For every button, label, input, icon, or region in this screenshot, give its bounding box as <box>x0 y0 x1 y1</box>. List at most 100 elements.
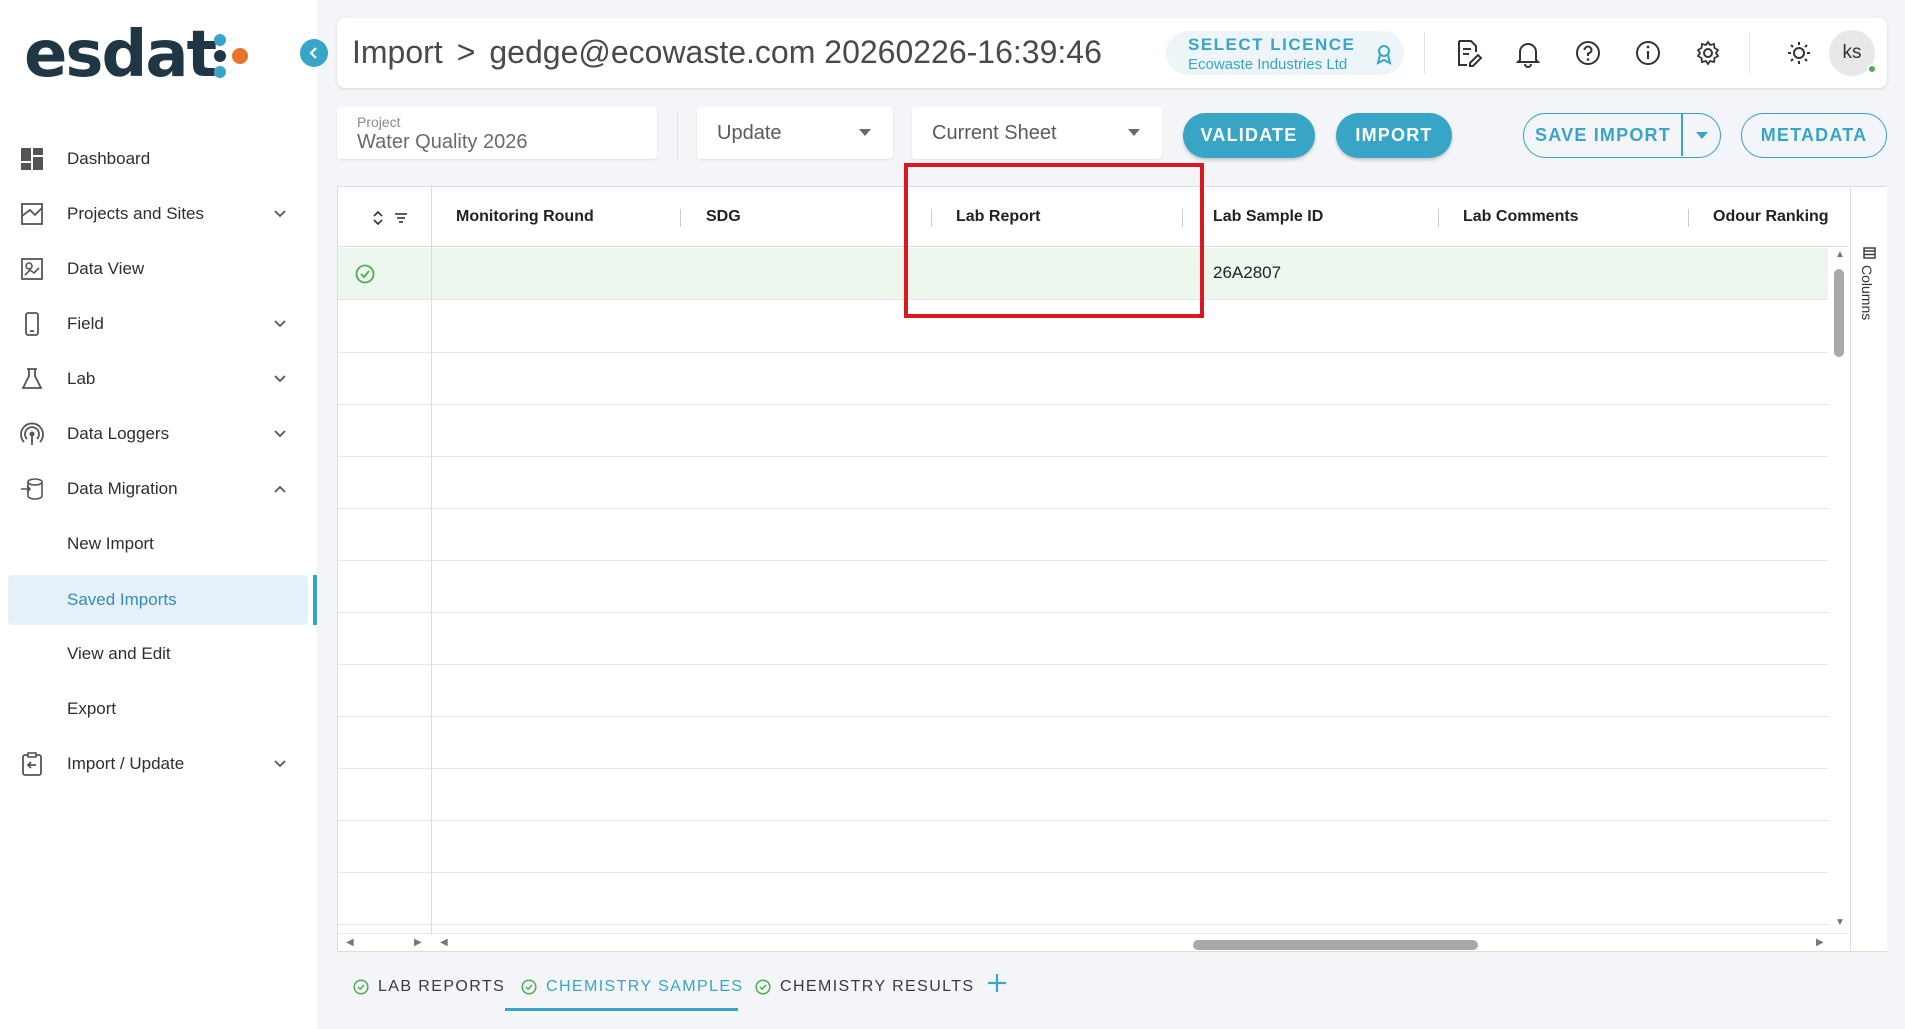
scroll-right-arrow[interactable]: ▶ <box>1816 937 1824 948</box>
check-circle-icon <box>755 979 771 995</box>
mode-select[interactable]: Update <box>697 107 893 159</box>
table-row[interactable] <box>338 353 1828 405</box>
save-import-dropdown-button[interactable] <box>1683 114 1720 156</box>
sidebar-item-dashboard[interactable]: Dashboard <box>0 134 317 184</box>
gear-icon[interactable] <box>1693 38 1723 68</box>
table-row[interactable] <box>338 405 1828 457</box>
caret-down-icon <box>859 129 871 136</box>
table-row[interactable] <box>338 769 1828 821</box>
column-header-monitoring-round[interactable]: Monitoring Round <box>456 187 594 247</box>
sidebar-item-data-view[interactable]: Data View <box>0 244 317 294</box>
horizontal-scrollbar[interactable]: ◀ ▶ ◀ ▶ <box>338 933 1848 953</box>
chevron-down-icon <box>274 760 286 768</box>
table-row[interactable] <box>338 665 1828 717</box>
tab-chemistry-samples[interactable]: CHEMISTRY SAMPLES <box>521 962 743 1012</box>
chevron-left-icon <box>309 47 317 59</box>
add-sheet-icon[interactable] <box>982 968 1012 998</box>
info-icon[interactable] <box>1633 38 1663 68</box>
chevron-down-icon <box>274 320 286 328</box>
dashboard-icon <box>21 148 43 170</box>
mobile-device-icon <box>25 312 39 336</box>
tab-lab-reports[interactable]: LAB REPORTS <box>353 962 505 1012</box>
pinned-scroll-right-arrow[interactable]: ▶ <box>414 937 422 948</box>
sidebar-item-lab[interactable]: Lab <box>0 354 317 404</box>
scroll-down-arrow[interactable]: ▼ <box>1835 917 1845 928</box>
table-row[interactable] <box>338 821 1828 873</box>
filter-icon[interactable] <box>394 212 408 224</box>
sidebar-item-field[interactable]: Field <box>0 299 317 349</box>
sidebar-item-saved-imports[interactable]: Saved Imports <box>8 575 308 625</box>
help-icon[interactable] <box>1573 38 1603 68</box>
licence-name: Ecowaste Industries Ltd <box>1188 56 1348 73</box>
edit-document-icon[interactable] <box>1453 38 1483 68</box>
table-row[interactable] <box>338 509 1828 561</box>
horizontal-scroll-thumb[interactable] <box>1193 940 1478 950</box>
validate-button[interactable]: VALIDATE <box>1183 113 1315 158</box>
project-label: Project <box>357 114 401 130</box>
map-icon <box>21 203 43 225</box>
sidebar-item-data-loggers[interactable]: Data Loggers <box>0 409 317 459</box>
column-header-lab-sample-id[interactable]: Lab Sample ID <box>1213 187 1323 247</box>
metadata-button[interactable]: METADATA <box>1741 113 1887 158</box>
column-resize-handle[interactable] <box>1438 209 1439 227</box>
esdat-logo: esdat <box>24 18 217 92</box>
chevron-down-icon <box>274 375 286 383</box>
page-title: Import > gedge@ecowaste.com 20260226-16:39… <box>352 32 1102 72</box>
column-resize-handle[interactable] <box>1688 209 1689 227</box>
cell-lab-sample-id[interactable]: 26A2807 <box>1213 263 1281 283</box>
sort-icon[interactable] <box>372 211 384 225</box>
header-divider <box>1749 32 1750 74</box>
bell-icon[interactable] <box>1513 38 1543 68</box>
sidebar-item-data-migration[interactable]: Data Migration <box>0 464 317 514</box>
sidebar-item-import-update[interactable]: Import / Update <box>0 739 317 789</box>
collapse-sidebar-button[interactable] <box>300 39 328 67</box>
table-row[interactable] <box>338 561 1828 613</box>
save-import-split-button: SAVE IMPORT <box>1523 113 1721 158</box>
check-circle-icon <box>521 979 537 995</box>
tab-label: CHEMISTRY RESULTS <box>780 978 975 995</box>
check-circle-icon <box>355 264 375 284</box>
chevron-down-icon <box>274 210 286 218</box>
brightness-icon[interactable] <box>1784 38 1814 68</box>
columns-icon <box>1863 247 1876 259</box>
antenna-icon <box>20 422 44 445</box>
clipboard-import-icon <box>22 752 42 776</box>
licence-title: SELECT LICENCE <box>1188 35 1356 54</box>
table-row[interactable] <box>338 717 1828 769</box>
import-name: gedge@ecowaste.com 20260226-16:39:46 <box>489 34 1102 70</box>
sidebar-item-export[interactable]: Export <box>0 684 317 734</box>
sidebar-item-label: View and Edit <box>67 644 171 663</box>
project-field[interactable]: Project Water Quality 2026 <box>337 107 657 159</box>
scroll-left-arrow[interactable]: ◀ <box>440 937 448 948</box>
column-resize-handle[interactable] <box>680 209 681 227</box>
title-import: Import <box>352 34 443 70</box>
sidebar-item-label: New Import <box>67 534 154 553</box>
tab-label: LAB REPORTS <box>378 978 506 995</box>
table-row[interactable] <box>338 457 1828 509</box>
sidebar-item-view-and-edit[interactable]: View and Edit <box>0 629 317 679</box>
columns-panel-tab[interactable]: Columns <box>1855 243 1885 343</box>
tab-label: CHEMISTRY SAMPLES <box>546 978 744 995</box>
sidebar-item-label: Saved Imports <box>67 590 177 609</box>
column-header-odour-ranking[interactable]: Odour Ranking <box>1713 187 1829 247</box>
column-header-sdg[interactable]: SDG <box>706 187 741 247</box>
scroll-up-arrow[interactable]: ▲ <box>1835 249 1845 260</box>
select-licence-button[interactable]: SELECT LICENCE Ecowaste Industries Ltd <box>1166 31 1404 75</box>
sheet-select[interactable]: Current Sheet <box>912 107 1162 159</box>
vertical-scroll-thumb[interactable] <box>1834 269 1844 357</box>
save-import-button[interactable]: SAVE IMPORT <box>1524 114 1682 156</box>
licence-badge-icon <box>1376 45 1392 65</box>
sidebar-item-label: Data Loggers <box>67 424 170 443</box>
column-header-lab-comments[interactable]: Lab Comments <box>1463 187 1579 247</box>
sidebar-item-label: Field <box>67 314 104 333</box>
top-header: Import > gedge@ecowaste.com 20260226-16:39… <box>337 18 1887 88</box>
sidebar-item-projects-and-sites[interactable]: Projects and Sites <box>0 189 317 239</box>
table-row[interactable] <box>338 613 1828 665</box>
tab-chemistry-results[interactable]: CHEMISTRY RESULTS <box>755 962 975 1012</box>
table-row[interactable] <box>338 873 1828 925</box>
sidebar-item-new-import[interactable]: New Import <box>0 519 317 569</box>
vertical-scrollbar[interactable]: ▲ ▼ <box>1829 247 1849 933</box>
import-button[interactable]: IMPORT <box>1336 113 1452 158</box>
grid-side-panel: Columns <box>1850 187 1887 951</box>
pinned-scroll-left-arrow[interactable]: ◀ <box>346 937 354 948</box>
